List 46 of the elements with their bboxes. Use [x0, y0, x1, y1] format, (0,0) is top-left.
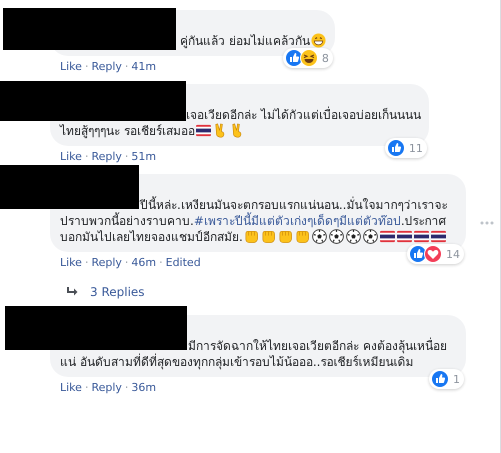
action-link[interactable]: Like [60, 256, 82, 270]
flag-icon [196, 123, 211, 138]
grinning-face-icon [310, 33, 326, 48]
comment-text: ปีนี้หล่ะ.เหงียนมันจะตกรอบแรกแน่นอน..มั่นใจมากๆว่าเราจะปราบพวกนี้อย่างราบคาบ.#เพราะปีนี้มีแต่ตัวเก่งๆเด็ดๆมีแต่ตัวท๊อป.ประกาศบอกมันไปเลยไทยจองแชมป์อีกสมัย. [60, 197, 448, 245]
action-link[interactable]: Reply [91, 150, 122, 164]
soccer-ball-icon [328, 229, 344, 244]
action-link[interactable]: Like [60, 60, 82, 74]
like-icon [386, 139, 405, 157]
action-link[interactable]: Reply [91, 60, 122, 74]
separator-dot: · [124, 381, 128, 395]
action-link[interactable]: Reply [91, 256, 122, 270]
action-link[interactable]: Like [60, 150, 82, 164]
fist-icon [260, 229, 276, 244]
timestamp: 51m [131, 150, 156, 164]
reply-arrow-icon [66, 286, 78, 298]
flag-icon [414, 229, 429, 244]
flag-icon [430, 229, 446, 244]
separator-dot: · [84, 60, 88, 74]
action-link[interactable]: Reply [91, 381, 122, 395]
more-options-icon[interactable] [480, 221, 494, 225]
separator-dot: · [124, 60, 128, 74]
soccer-ball-icon [312, 229, 327, 244]
soccer-ball-icon [362, 229, 378, 244]
soccer-ball-icon [346, 229, 361, 244]
separator-dot: · [124, 150, 128, 164]
fist-icon [244, 229, 259, 244]
laughing-face-icon [300, 49, 318, 67]
hashtag-link[interactable]: #เพราะปีนี้มีแต่ตัวเก่งๆเด็ดๆมีแต่ตัวท๊อป [194, 214, 401, 228]
separator-dot: · [84, 256, 88, 270]
separator-dot: · [159, 256, 163, 270]
comment-text: มีการจัดฉากให้ไทยเจอเวียตอีกล่ะ คงต้องลุ้นเหนื่อยแน่ อันดับสามที่ดีที่สุดของทุกกลุ่มเข้ารอบไม้น้อออ..รอเชียร์เหมียนเดิม [60, 338, 448, 370]
timestamp: Edited [166, 256, 201, 270]
flag-icon [396, 229, 412, 244]
replies-link[interactable]: 3 Replies [90, 285, 145, 299]
like-icon [431, 370, 449, 388]
separator-dot: · [84, 381, 88, 395]
timestamp: 41m [131, 60, 156, 74]
timestamp: 46m [131, 256, 156, 270]
action-link[interactable]: Like [60, 381, 82, 395]
fist-icon [294, 229, 310, 244]
flag-icon [380, 229, 395, 244]
comment-text: เจอเวียดอีกล่ะ ไม่ได้กัวแต่เบื่อเจอบ่อยเก็นนนน ไทยสู้ๆๆๆนะ รอเชียร์เสมออ [60, 107, 421, 139]
separator-dot: · [124, 256, 128, 270]
fist-icon [278, 229, 293, 244]
timestamp: 36m [131, 381, 156, 395]
separator-dot: · [84, 150, 88, 164]
